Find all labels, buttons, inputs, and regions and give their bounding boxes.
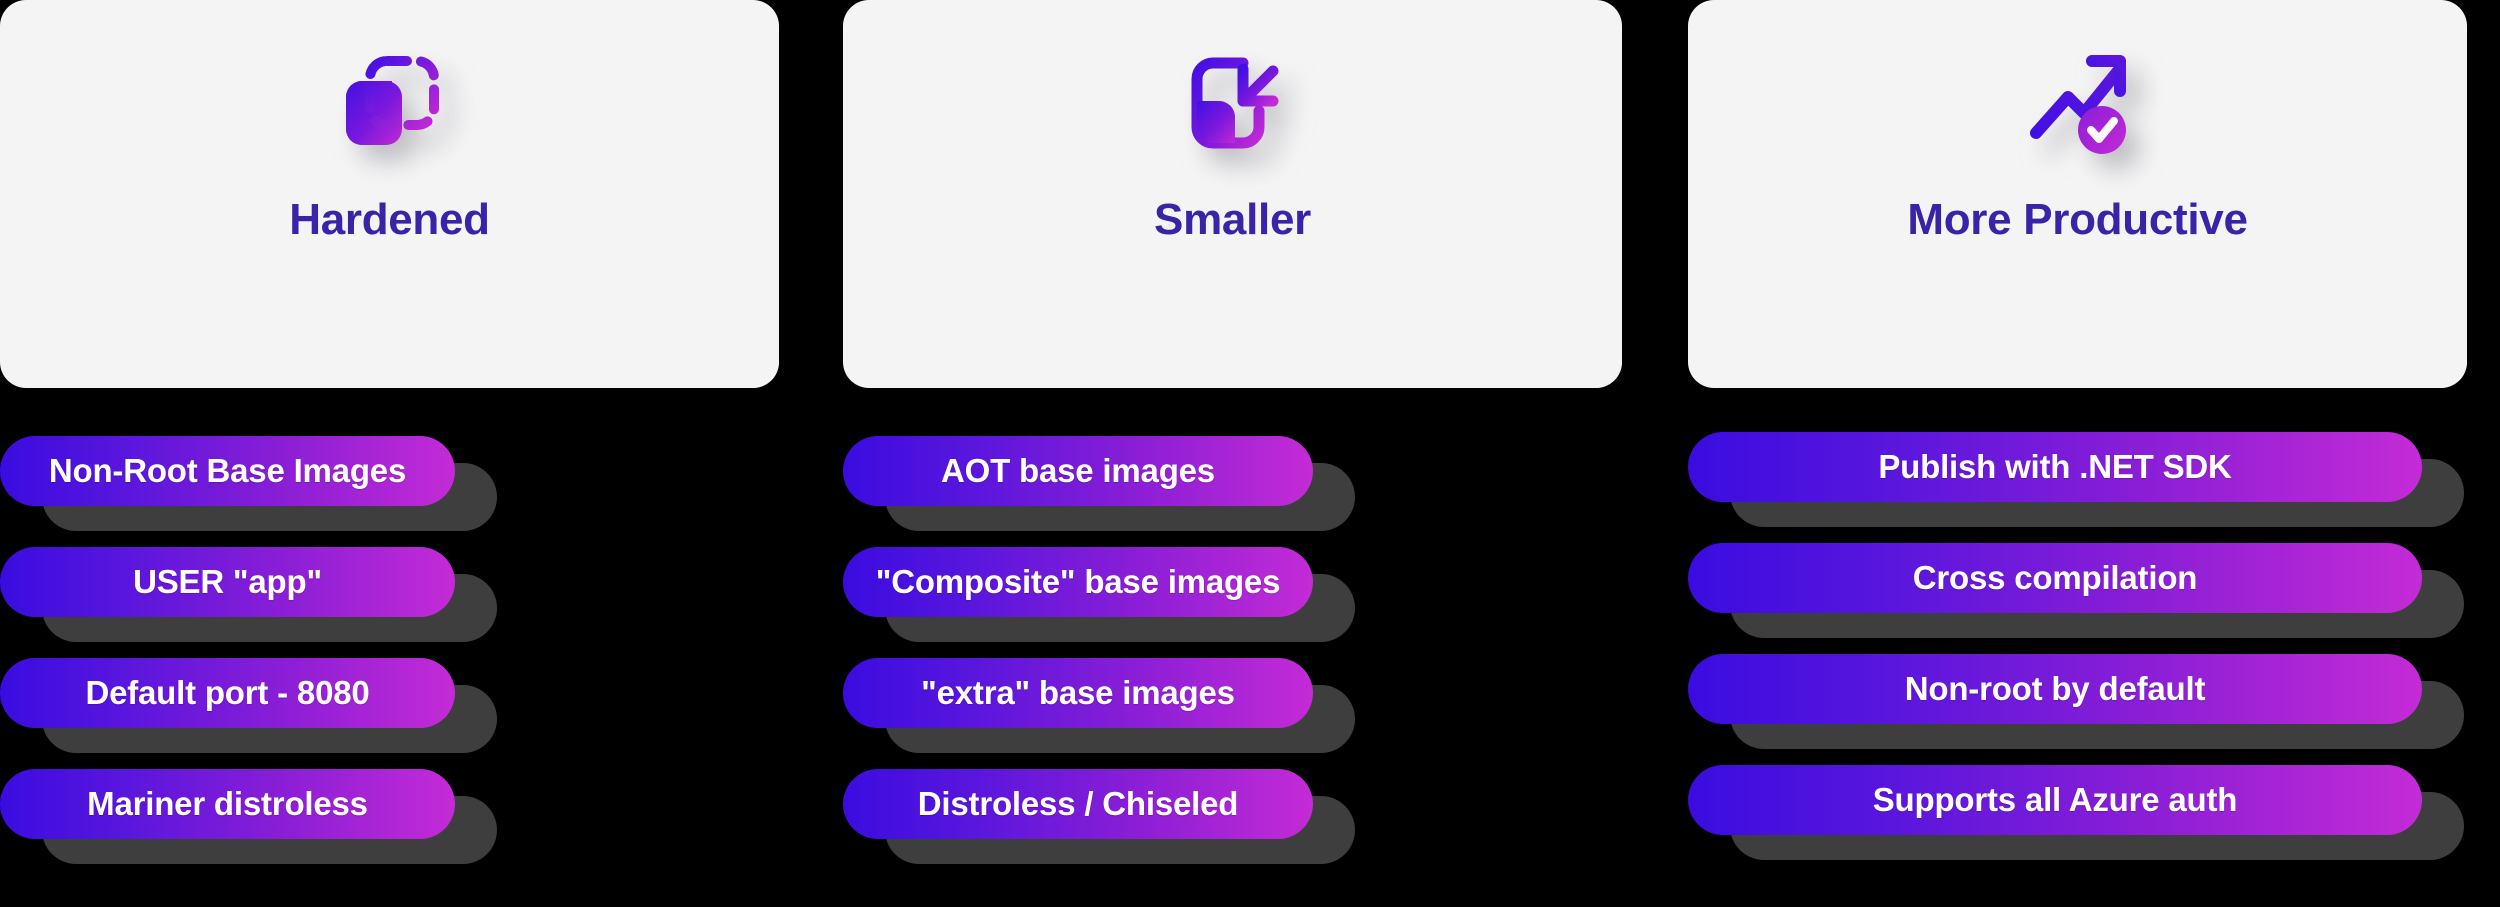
card-title: More Productive (1907, 195, 2248, 244)
feature-pill[interactable]: AOT base images (843, 436, 1313, 506)
pill-list-more-productive: Publish with .NET SDK Cross compilation … (1688, 432, 2500, 876)
card-title: Smaller (1154, 195, 1311, 244)
pill-label: USER "app" (133, 563, 322, 600)
pill-label: Mariner distroless (87, 785, 368, 822)
card-surface[interactable]: Hardened (0, 0, 779, 388)
pill-row: Distroless / Chiseled (843, 769, 1355, 865)
pill-label: Non-root by default (1904, 670, 2206, 707)
pill-row: Mariner distroless (0, 769, 497, 865)
feature-pill[interactable]: USER "app" (0, 547, 455, 617)
overlapping-squares-icon (315, 38, 465, 168)
pill-row: Default port - 8080 (0, 658, 497, 754)
header-card-hardened[interactable]: Hardened (0, 0, 812, 420)
feature-pill[interactable]: Mariner distroless (0, 769, 455, 839)
pill-label: Non-Root Base Images (48, 452, 407, 489)
pill-row: Supports all Azure auth (1688, 765, 2464, 861)
pill-row: USER "app" (0, 547, 497, 643)
column-hardened: Hardened Non-Root Base Images USER "app"… (0, 0, 820, 907)
pill-label: Distroless / Chiseled (917, 785, 1239, 822)
feature-pill[interactable]: "extra" base images (843, 658, 1313, 728)
header-card-smaller[interactable]: Smaller (843, 0, 1655, 420)
card-title: Hardened (289, 195, 490, 244)
pill-label: Cross compilation (1912, 559, 2198, 596)
pill-label: "Composite" base images (875, 563, 1281, 600)
benefits-board: Hardened Non-Root Base Images USER "app"… (0, 0, 2500, 907)
header-card-more-productive[interactable]: More Productive (1688, 0, 2500, 420)
shrink-arrow-icon (1158, 38, 1308, 168)
pill-list-smaller: AOT base images "Composite" base images … (843, 436, 1655, 880)
pill-row: Publish with .NET SDK (1688, 432, 2464, 528)
pill-row: AOT base images (843, 436, 1355, 532)
card-surface[interactable]: More Productive (1688, 0, 2467, 388)
feature-pill[interactable]: "Composite" base images (843, 547, 1313, 617)
feature-pill[interactable]: Non-root by default (1688, 654, 2422, 724)
pill-row: "extra" base images (843, 658, 1355, 754)
pill-label: AOT base images (941, 452, 1215, 489)
column-more-productive: More Productive Publish with .NET SDK Cr… (1688, 0, 2500, 907)
pill-row: "Composite" base images (843, 547, 1355, 643)
card-surface[interactable]: Smaller (843, 0, 1622, 388)
pill-row: Non-Root Base Images (0, 436, 497, 532)
pill-label: Default port - 8080 (85, 674, 370, 711)
pill-label: "extra" base images (921, 674, 1235, 711)
feature-pill[interactable]: Distroless / Chiseled (843, 769, 1313, 839)
feature-pill[interactable]: Default port - 8080 (0, 658, 455, 728)
feature-pill[interactable]: Publish with .NET SDK (1688, 432, 2422, 502)
pill-row: Cross compilation (1688, 543, 2464, 639)
pill-list-hardened: Non-Root Base Images USER "app" Default … (0, 436, 812, 880)
column-smaller: Smaller AOT base images "Composite" base… (843, 0, 1655, 907)
trending-up-check-icon (2003, 38, 2153, 168)
pill-row: Non-root by default (1688, 654, 2464, 750)
pill-label: Publish with .NET SDK (1878, 448, 2232, 485)
pill-label: Supports all Azure auth (1872, 781, 2238, 818)
feature-pill[interactable]: Supports all Azure auth (1688, 765, 2422, 835)
feature-pill[interactable]: Non-Root Base Images (0, 436, 455, 506)
feature-pill[interactable]: Cross compilation (1688, 543, 2422, 613)
